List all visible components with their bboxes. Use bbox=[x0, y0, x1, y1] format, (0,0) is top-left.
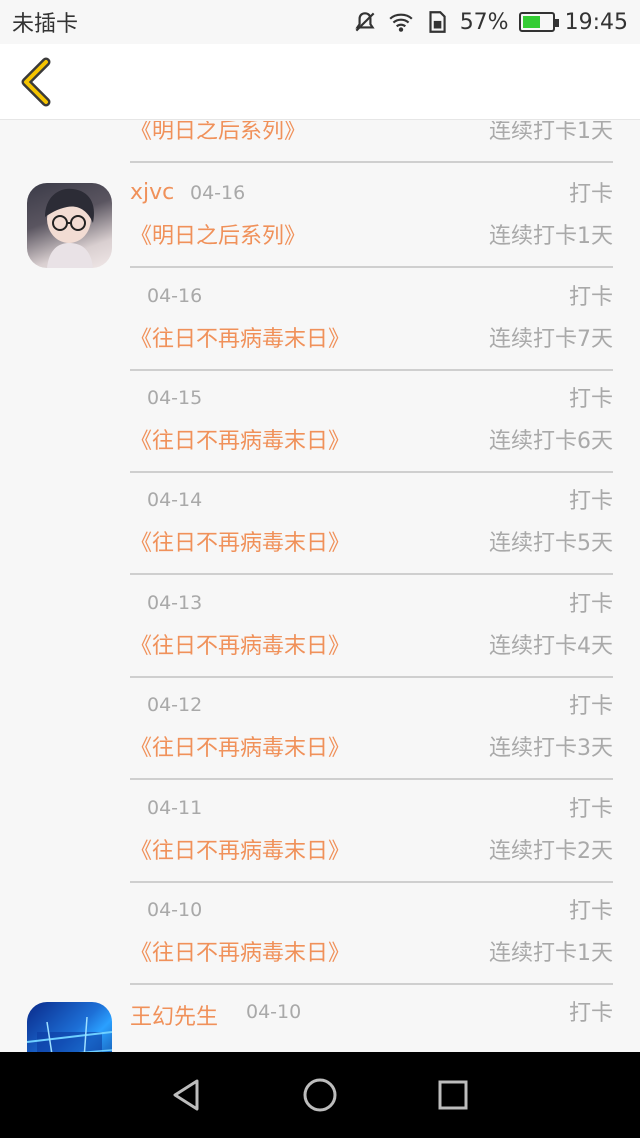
streak-label: 连续打卡1天 bbox=[489, 224, 613, 249]
streak-label: 连续打卡5天 bbox=[489, 531, 613, 556]
action-label: 打卡 bbox=[568, 592, 613, 617]
streak-label: 连续打卡6天 bbox=[489, 429, 613, 454]
item-book-line: 《明日之后系列》 连续打卡1天 bbox=[130, 214, 613, 250]
avatar-wanghuan[interactable] bbox=[27, 1002, 112, 1052]
item-header-line: 04-10 打卡 bbox=[130, 891, 613, 925]
battery-icon bbox=[518, 12, 559, 32]
date-label: 04-10 bbox=[147, 899, 203, 921]
action-label: 打卡 bbox=[568, 182, 613, 207]
book-title[interactable]: 《往日不再病毒末日》 bbox=[130, 321, 350, 353]
streak-label: 连续打卡2天 bbox=[489, 839, 613, 864]
book-title[interactable]: 《明日之后系列》 bbox=[130, 218, 306, 250]
action-label: 打卡 bbox=[568, 387, 613, 412]
action-label: 打卡 bbox=[568, 694, 613, 719]
date-label: 04-11 bbox=[147, 797, 203, 819]
item-book-line: 《往日不再病毒末日》 连续打卡7天 bbox=[130, 317, 613, 353]
streak-label: 连续打卡1天 bbox=[489, 941, 613, 966]
action-label: 打卡 bbox=[568, 285, 613, 310]
book-title[interactable]: 《往日不再病毒末日》 bbox=[130, 628, 350, 660]
streak-label: 连续打卡4天 bbox=[489, 634, 613, 659]
chevron-left-icon bbox=[21, 57, 51, 107]
back-triangle-icon[interactable] bbox=[167, 1075, 207, 1115]
item-book-line: 《往日不再病毒末日》 连续打卡1天 bbox=[130, 931, 613, 967]
item-header-line: 04-13 打卡 bbox=[130, 584, 613, 618]
clock: 19:45 bbox=[564, 9, 628, 35]
status-icons: 57% 19:45 bbox=[352, 9, 628, 35]
battery-percent: 57% bbox=[459, 9, 509, 35]
carrier-label: 未插卡 bbox=[12, 12, 79, 37]
item-book-line: 《往日不再病毒末日》 连续打卡5天 bbox=[130, 521, 613, 557]
list-item[interactable]: 《明日之后系列》 连续打卡1天 bbox=[130, 121, 613, 163]
user-name[interactable]: xjvc bbox=[130, 180, 174, 205]
item-header-line: 04-16 打卡 bbox=[130, 277, 613, 311]
date-label: 04-13 bbox=[147, 592, 203, 614]
list-item[interactable]: 04-13 打卡 《往日不再病毒末日》 连续打卡4天 bbox=[130, 576, 613, 678]
book-title[interactable]: 《往日不再病毒末日》 bbox=[130, 423, 350, 455]
streak-label: 连续打卡7天 bbox=[489, 327, 613, 352]
item-header-line: xjvc 04-16 打卡 bbox=[130, 174, 613, 208]
list-item[interactable]: 04-11 打卡 《往日不再病毒末日》 连续打卡2天 bbox=[130, 781, 613, 883]
status-bar: 未插卡 57% 19:45 bbox=[0, 0, 640, 44]
book-title[interactable]: 《往日不再病毒末日》 bbox=[130, 833, 350, 865]
action-label: 打卡 bbox=[568, 899, 613, 924]
mute-icon bbox=[355, 12, 375, 32]
streak-label: 连续打卡3天 bbox=[489, 736, 613, 761]
item-book-line: 《往日不再病毒末日》 连续打卡2天 bbox=[130, 829, 613, 865]
item-book-line: 《明日之后系列》 连续打卡1天 bbox=[130, 121, 613, 145]
item-header-line: 04-15 打卡 bbox=[130, 379, 613, 413]
date-label: 04-12 bbox=[147, 694, 203, 716]
streak-label: 连续打卡1天 bbox=[489, 121, 613, 144]
date-label: 04-16 bbox=[147, 285, 203, 307]
avatar-xjvc[interactable] bbox=[27, 183, 112, 268]
system-nav-bar bbox=[0, 1052, 640, 1138]
date-label: 04-16 bbox=[190, 182, 246, 204]
list-item[interactable]: 04-14 打卡 《往日不再病毒末日》 连续打卡5天 bbox=[130, 473, 613, 575]
list-item[interactable]: 04-16 打卡 《往日不再病毒末日》 连续打卡7天 bbox=[130, 269, 613, 371]
item-header-line: 04-11 打卡 bbox=[130, 789, 613, 823]
action-label: 打卡 bbox=[568, 797, 613, 822]
item-header-line: 王幻先生 04-10 打卡 bbox=[130, 993, 613, 1030]
action-label: 打卡 bbox=[568, 489, 613, 514]
user-name[interactable]: 王幻先生 bbox=[130, 999, 218, 1031]
wifi-icon bbox=[389, 13, 413, 32]
item-header-line: 04-14 打卡 bbox=[130, 481, 613, 515]
book-title[interactable]: 《往日不再病毒末日》 bbox=[130, 730, 350, 762]
list-item[interactable]: xjvc 04-16 打卡 《明日之后系列》 连续打卡1天 bbox=[130, 166, 613, 268]
home-circle-icon[interactable] bbox=[300, 1075, 340, 1115]
action-label: 打卡 bbox=[568, 1001, 613, 1026]
date-label: 04-10 bbox=[246, 1001, 302, 1023]
list-item[interactable]: 王幻先生 04-10 打卡 bbox=[130, 985, 613, 1052]
list-item[interactable]: 04-15 打卡 《往日不再病毒末日》 连续打卡6天 bbox=[130, 371, 613, 473]
top-toolbar bbox=[0, 44, 640, 120]
book-title[interactable]: 《往日不再病毒末日》 bbox=[130, 525, 350, 557]
item-book-line: 《往日不再病毒末日》 连续打卡6天 bbox=[130, 419, 613, 455]
item-book-line: 《往日不再病毒末日》 连续打卡4天 bbox=[130, 624, 613, 660]
date-label: 04-15 bbox=[147, 387, 203, 409]
item-header-line: 04-12 打卡 bbox=[130, 686, 613, 720]
list-item[interactable]: 04-12 打卡 《往日不再病毒末日》 连续打卡3天 bbox=[130, 678, 613, 780]
recents-square-icon[interactable] bbox=[433, 1075, 473, 1115]
book-title[interactable]: 《往日不再病毒末日》 bbox=[130, 935, 350, 967]
checkin-list[interactable]: 《明日之后系列》 连续打卡1天 xjvc 04-16 打卡 《明日之后系列》 连… bbox=[0, 121, 640, 1052]
back-button[interactable] bbox=[14, 56, 64, 108]
item-book-line: 《往日不再病毒末日》 连续打卡3天 bbox=[130, 726, 613, 762]
date-label: 04-14 bbox=[147, 489, 203, 511]
sim-icon bbox=[429, 11, 446, 33]
book-title[interactable]: 《明日之后系列》 bbox=[130, 121, 306, 145]
list-item[interactable]: 04-10 打卡 《往日不再病毒末日》 连续打卡1天 bbox=[130, 883, 613, 985]
